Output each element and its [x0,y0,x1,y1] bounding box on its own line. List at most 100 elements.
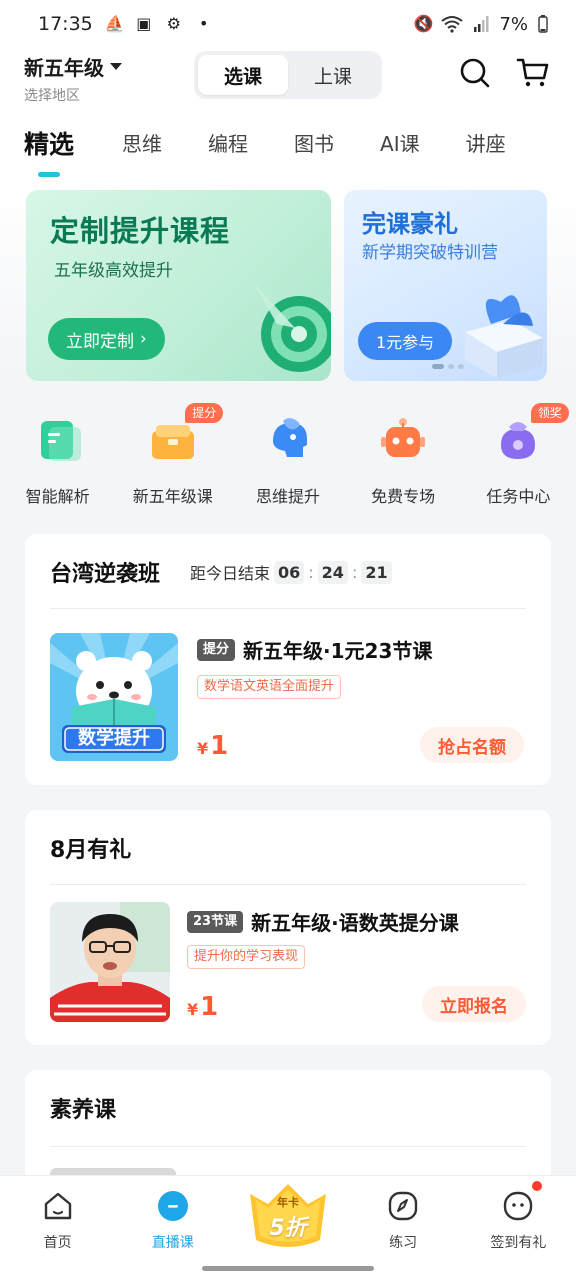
countdown-hours: 06 [274,560,305,584]
course-price: ¥ 1 [197,731,228,761]
quick-label: 任务中心 [486,487,551,506]
promo-label: 年卡 [277,1196,299,1209]
price-currency: ¥ [197,739,209,758]
nav-practice[interactable]: 练习 [346,1176,461,1258]
quick-entry-row: 智能解析 新五年级课 提分 思维提升 免费专场 任务中心 领奖 [0,403,576,515]
compass-icon [388,1191,418,1221]
gallery-icon: ▣ [136,14,152,33]
cart-icon[interactable] [516,56,550,90]
countdown-separator: : [308,562,314,582]
banner-completion-gift[interactable]: 完课豪礼 新学期突破特训营 1元参与 [344,190,547,381]
annual-card-promo[interactable]: 年卡 5折 [246,1180,330,1252]
tab-ai[interactable]: AI课 [380,128,420,157]
status-time: 17:35 [38,13,93,35]
settings-icon: ⚙ [166,14,181,33]
section-comeback-class: 台湾逆袭班 距今日结束 06 : 24 : 21 数学提升 提分 新五年级·1元… [25,534,551,785]
course-thumbnail[interactable]: 数学提升 [50,633,178,761]
region-label: 选择地区 [24,88,80,104]
nav-checkin-gift[interactable]: 签到有礼 [461,1176,576,1258]
nav-live-class[interactable]: 直播课 [115,1176,230,1258]
customize-now-button[interactable]: 立即定制 › [48,318,165,360]
divider [50,884,526,885]
tab-coding[interactable]: 编程 [208,128,248,157]
divider [50,1146,526,1147]
tab-featured[interactable]: 精选 [24,125,75,177]
countdown: 距今日结束 06 : 24 : 21 [190,560,392,584]
section-title: 台湾逆袭班 [50,562,161,587]
banner-custom-course[interactable]: 定制提升课程 五年级高效提升 立即定制 › [26,190,331,381]
category-tabs: 精选 思维 编程 图书 AI课 讲座 [0,108,576,178]
join-for-1-yuan-button[interactable]: 1元参与 [358,322,453,360]
countdown-label: 距今日结束 [190,564,271,583]
divider [50,608,526,609]
tab-lectures[interactable]: 讲座 [466,128,506,157]
course-title-text: 新五年级·1元23节课 [243,639,433,663]
mode-select-course[interactable]: 选课 [198,55,288,95]
quick-label: 免费专场 [371,487,436,506]
countdown-seconds: 21 [361,560,392,584]
teacher-photo [50,902,170,1022]
course-title-text: 新五年级·语数英提分课 [251,911,459,935]
course-desc-tag: 提升你的学习表现 [187,945,306,969]
battery-icon [538,15,548,33]
battery-percent: 7% [499,13,528,35]
wifi-icon [441,16,464,33]
nav-label: 签到有礼 [490,1235,547,1251]
tab-books[interactable]: 图书 [294,128,334,157]
home-icon [44,1192,71,1220]
smile-icon [504,1191,533,1221]
banner-main-subtitle: 五年级高效提升 [54,261,173,281]
notification-dot [532,1181,542,1191]
quick-badge: 提分 [185,403,224,423]
grade-label: 新五年级 [24,56,104,80]
analysis-icon [40,421,81,461]
signal-icon [474,16,489,32]
robot-icon [381,418,426,457]
gesture-area [0,1258,576,1280]
promo-text: 年卡 5折 [246,1180,330,1252]
mute-icon: 🔇 [413,14,434,33]
quick-new-grade5-course[interactable]: 新五年级课 提分 [115,403,230,515]
top-header: 新五年级 选择地区 选课 上课 [0,48,576,108]
carousel-dot [458,364,464,369]
quick-badge: 领奖 [530,403,569,423]
quick-smart-analysis[interactable]: 智能解析 [0,405,115,515]
countdown-minutes: 24 [317,560,348,584]
home-indicator-bar[interactable] [202,1266,374,1271]
banner-side-title: 完课豪礼 [362,210,458,238]
course-title[interactable]: 23节课 新五年级·语数英提分课 [187,907,459,936]
quick-label: 新五年级课 [132,487,213,506]
quick-task-center[interactable]: 任务中心 领奖 [461,403,576,515]
promo-discount: 5折 [269,1216,307,1241]
caret-down-icon [110,63,122,70]
dot-icon: • [199,14,209,33]
section-title: 素养课 [50,1098,117,1123]
quick-free-zone[interactable]: 免费专场 [346,405,461,515]
chevron-right-icon: › [140,329,147,349]
carousel-dots [432,364,464,369]
customize-now-label: 立即定制 [66,331,134,352]
mode-attend-class[interactable]: 上课 [288,55,378,95]
section-title: 8月有礼 [50,838,132,863]
price-currency: ¥ [187,1000,199,1019]
course-price: ¥ 1 [187,992,218,1022]
live-icon [157,1191,188,1221]
tab-thinking[interactable]: 思维 [122,128,162,157]
tab-indicator [38,172,60,177]
thumbnail-label: 数学提升 [78,728,150,749]
brain-head-icon [272,418,307,457]
course-desc-tag: 数学语文英语全面提升 [197,675,342,699]
section-august-gift: 8月有礼 23节课 新五年级·语数英提分课 提升你的学习表现 ¥ 1 立即报名 [25,810,551,1045]
tab-featured-label: 精选 [24,130,75,159]
teacher-thumbnail[interactable] [50,902,170,1022]
carousel-dot [448,364,454,369]
quick-thinking-boost[interactable]: 思维提升 [230,405,345,515]
course-title[interactable]: 提分 新五年级·1元23节课 [197,635,432,664]
notification-icon: ⛵ [104,14,125,33]
register-now-button[interactable]: 立即报名 [422,986,526,1022]
grade-selector[interactable]: 新五年级 选择地区 [24,52,122,105]
nav-label: 练习 [389,1235,418,1251]
grab-spot-button[interactable]: 抢占名额 [420,727,524,763]
search-icon[interactable] [458,56,492,90]
nav-home[interactable]: 首页 [0,1176,115,1258]
